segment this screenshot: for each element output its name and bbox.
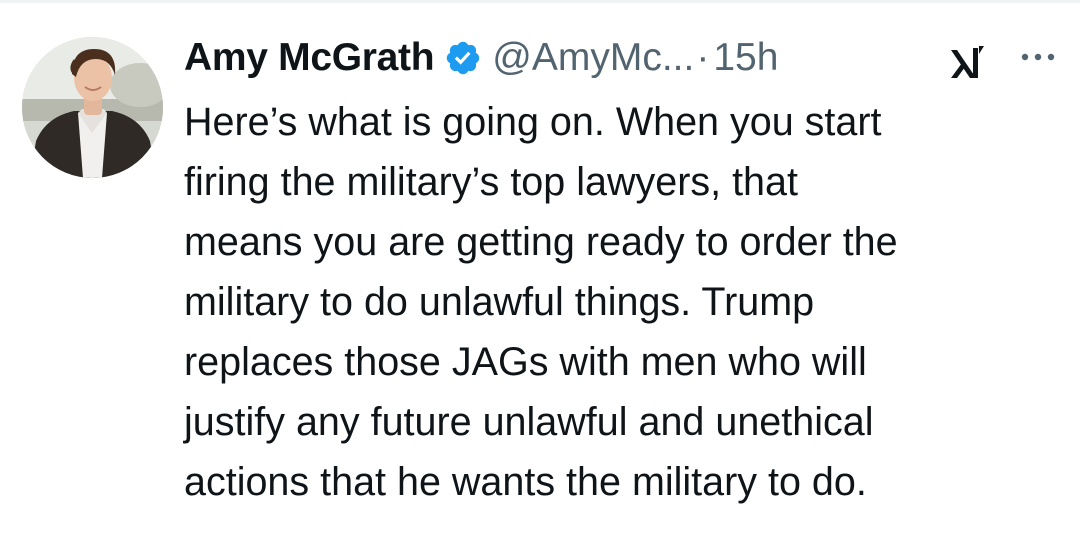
timestamp[interactable]: 15h bbox=[713, 36, 778, 80]
tweet-text-line: replaces those JAGs with men who will bbox=[184, 340, 867, 384]
separator-dot: · bbox=[696, 36, 710, 79]
grok-icon[interactable] bbox=[946, 42, 988, 84]
tweet[interactable]: Amy McGrath @AmyMc... · 15h Here’s what … bbox=[0, 0, 1080, 533]
tweet-text-line: Here’s what is going on. When you start bbox=[184, 100, 882, 144]
author-name[interactable]: Amy McGrath bbox=[184, 36, 435, 80]
tweet-text: Here’s what is going on. When you start … bbox=[184, 92, 1064, 512]
tweet-text-line: firing the military’s top lawyers, that bbox=[184, 160, 798, 204]
tweet-text-line: military to do unlawful things. Trump bbox=[184, 280, 815, 324]
verified-badge-icon bbox=[444, 39, 482, 77]
tweet-text-line: actions that he wants the military to do… bbox=[184, 460, 867, 504]
more-options-icon[interactable] bbox=[1016, 42, 1060, 72]
tweet-text-line: justify any future unlawful and unethica… bbox=[184, 400, 874, 444]
avatar[interactable] bbox=[22, 37, 163, 178]
avatar-photo bbox=[22, 37, 163, 178]
author-handle[interactable]: @AmyMc... bbox=[492, 36, 694, 80]
tweet-header: Amy McGrath @AmyMc... · 15h bbox=[184, 30, 778, 86]
tweet-text-line: means you are getting ready to order the bbox=[184, 220, 898, 264]
